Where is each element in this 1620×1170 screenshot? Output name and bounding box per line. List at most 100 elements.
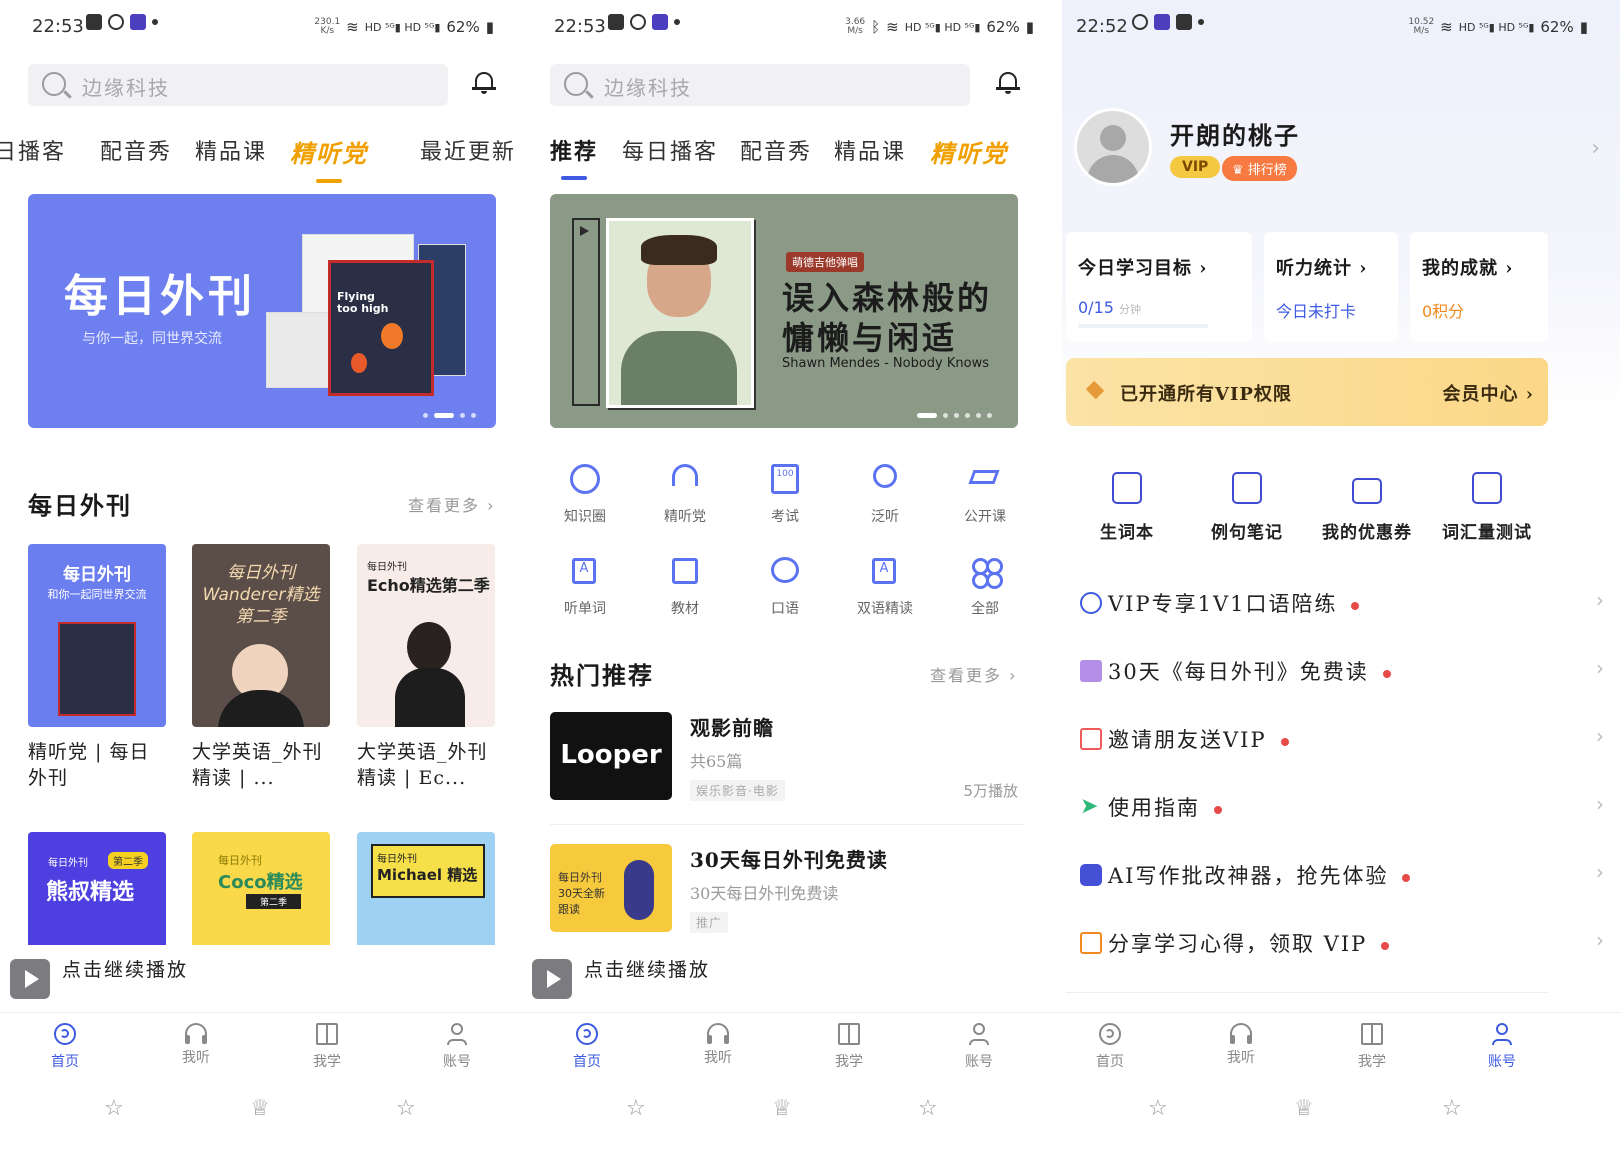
banner-carousel[interactable]: 每日外刊 与你一起，同世界交流 Flying too high: [28, 194, 496, 428]
play-icon: [580, 226, 589, 236]
battery-level: 62%: [1540, 18, 1574, 36]
play-icon[interactable]: [532, 959, 572, 999]
tool-sentence-notes[interactable]: 例句笔记: [1192, 472, 1302, 543]
rank-badge[interactable]: ♛ 排行榜: [1222, 156, 1297, 181]
tab-daily-podcast[interactable]: 每日播客: [622, 134, 718, 166]
search-input[interactable]: 边缘科技: [28, 64, 448, 106]
album-card[interactable]: 每日外刊 Echo精选第二季 大学英语_外刊精读 | Ec...: [357, 544, 495, 791]
nav-account[interactable]: 账号: [1472, 1023, 1532, 1071]
see-more-link[interactable]: 查看更多 ›: [930, 662, 1018, 686]
tab-dubbing[interactable]: 配音秀: [740, 134, 812, 166]
system-star-icon[interactable]: ☆: [918, 1096, 938, 1121]
album-cover: 每日外刊 和你一起同世界交流: [28, 544, 166, 727]
system-star-icon[interactable]: ☆: [1442, 1096, 1462, 1121]
see-more-link[interactable]: 查看更多 ›: [408, 492, 496, 516]
nav-listen[interactable]: 我听: [1211, 1023, 1271, 1067]
tab-jingtingdang[interactable]: 精听党: [290, 134, 368, 183]
vip-center-bar[interactable]: 已开通所有VIP权限 会员中心 ›: [1066, 358, 1548, 426]
mini-player-text: 点击继续播放: [584, 959, 711, 981]
book-icon: [838, 1023, 860, 1045]
grid-item-knowledge[interactable]: 知识圈: [550, 462, 620, 526]
status-time: 22:52: [1076, 16, 1128, 37]
album-title: 精听党 | 每日外刊: [28, 741, 150, 789]
stat-listening[interactable]: 听力统计 › 今日未打卡: [1264, 232, 1398, 342]
chevron-right-icon[interactable]: ›: [1591, 136, 1600, 161]
grid-item-textbook[interactable]: 教材: [650, 554, 720, 618]
system-crown-icon[interactable]: ♕: [1294, 1096, 1314, 1121]
mini-player[interactable]: 点击继续播放: [522, 945, 1062, 1009]
album-cover[interactable]: 每日外刊 第二季 熊叔精选: [28, 832, 166, 952]
bell-icon[interactable]: [472, 70, 496, 94]
tool-vocab-test[interactable]: 词汇量测试: [1432, 472, 1542, 543]
album-cover[interactable]: 每日外刊 Michael 精选: [357, 832, 495, 952]
nav-home[interactable]: 首页: [1080, 1023, 1140, 1071]
system-star-icon[interactable]: ☆: [396, 1096, 416, 1121]
banner-carousel[interactable]: 萌德吉他弹唱 误入森林般的 慵懒与闲适 Shawn Mendes - Nobody…: [550, 194, 1018, 428]
grid-item-bilingual[interactable]: A 双语精读: [850, 554, 920, 618]
menu-item-invite[interactable]: 邀请朋友送VIP ›: [1062, 706, 1620, 774]
home-icon: [54, 1023, 76, 1045]
status-time: 22:53: [32, 16, 84, 37]
share-icon: [1080, 932, 1102, 954]
status-notification-icons: [86, 14, 158, 30]
system-star-icon[interactable]: ☆: [104, 1096, 124, 1121]
tab-recommend[interactable]: 推荐: [550, 134, 598, 180]
tab-recent[interactable]: 最近更新: [420, 134, 516, 166]
menu-item-ai-writing[interactable]: AI写作批改神器，抢先体验 ›: [1062, 842, 1620, 910]
tab-courses[interactable]: 精品课: [195, 134, 267, 166]
menu-item-share[interactable]: 分享学习心得，领取 VIP ›: [1062, 910, 1620, 978]
tab-podcast[interactable]: 日播客: [0, 134, 66, 166]
play-icon[interactable]: [10, 959, 50, 999]
menu-item-speaking-vip[interactable]: VIP专享1V1口语陪练 ›: [1062, 570, 1620, 638]
menu-item-guide[interactable]: ➤ 使用指南 ›: [1062, 774, 1620, 842]
system-crown-icon[interactable]: ♕: [772, 1096, 792, 1121]
mini-player[interactable]: 点击继续播放: [0, 945, 522, 1009]
tab-dubbing[interactable]: 配音秀: [100, 134, 172, 166]
hot-item[interactable]: Looper 观影前瞻 共65篇 娱乐影音·电影 5万播放: [550, 712, 1024, 825]
net-speed: 230.1 K/s: [314, 17, 341, 36]
headphones-icon: [707, 1023, 729, 1044]
banner-title: 每日外刊: [64, 271, 256, 322]
tab-jingtingdang[interactable]: 精听党: [930, 134, 1008, 169]
grid-item-words[interactable]: A 听单词: [550, 554, 620, 618]
hot-item[interactable]: 每日外刊 30天全新跟读 30天每日外刊免费读 30天每日外刊免费读 推广: [550, 844, 1024, 956]
red-dot: [1402, 873, 1411, 882]
chevron-right-icon: ›: [1596, 860, 1604, 884]
album-card[interactable]: 每日外刊 Wanderer精选 第二季 大学英语_外刊精读 | ...: [192, 544, 330, 791]
nav-home[interactable]: 首页: [35, 1023, 95, 1071]
menu-item-free-read[interactable]: 30天《每日外刊》免费读 ›: [1062, 638, 1620, 706]
tab-courses[interactable]: 精品课: [834, 134, 906, 166]
home-icon: [1099, 1023, 1121, 1045]
stat-study-goal[interactable]: 今日学习目标 › 0/15 分钟: [1066, 232, 1252, 342]
nav-learn[interactable]: 我学: [819, 1023, 879, 1071]
nav-learn[interactable]: 我学: [1342, 1023, 1402, 1071]
stat-achievements[interactable]: 我的成就 › 0积分: [1410, 232, 1548, 342]
search-icon: [564, 72, 588, 96]
nav-account[interactable]: 账号: [427, 1023, 487, 1071]
tool-vocab-book[interactable]: 生词本: [1072, 472, 1182, 543]
nav-home[interactable]: 首页: [557, 1023, 617, 1071]
system-star-icon[interactable]: ☆: [626, 1096, 646, 1121]
bell-icon[interactable]: [996, 70, 1020, 94]
grid-item-extensive[interactable]: 泛听: [850, 462, 920, 526]
system-crown-icon[interactable]: ♕: [250, 1096, 270, 1121]
system-star-icon[interactable]: ☆: [1148, 1096, 1168, 1121]
grid-item-all[interactable]: 全部: [950, 554, 1020, 618]
nav-account[interactable]: 账号: [949, 1023, 1009, 1071]
category-tabs: 日播客 配音秀 精品课 精听党 最近更新: [0, 132, 522, 183]
nav-listen[interactable]: 我听: [688, 1023, 748, 1067]
grid-item-jingtingdang[interactable]: 精听党: [650, 462, 720, 526]
bilingual-icon: A: [868, 554, 902, 588]
vip-center-link[interactable]: 会员中心 ›: [1443, 380, 1534, 406]
nav-learn[interactable]: 我学: [297, 1023, 357, 1071]
grid-item-open-course[interactable]: 公开课: [950, 462, 1020, 526]
avatar[interactable]: [1074, 108, 1152, 186]
grid-item-speaking[interactable]: 口语: [750, 554, 820, 618]
search-input[interactable]: 边缘科技: [550, 64, 970, 106]
album-cover[interactable]: 每日外刊 Coco精选 第二季: [192, 832, 330, 952]
grid-item-exam[interactable]: 100 考试: [750, 462, 820, 526]
nav-listen[interactable]: 我听: [166, 1023, 226, 1067]
vip-badge[interactable]: VIP: [1170, 156, 1221, 178]
tool-coupons[interactable]: 我的优惠券: [1312, 472, 1422, 543]
album-card[interactable]: 每日外刊 和你一起同世界交流 精听党 | 每日外刊: [28, 544, 166, 791]
